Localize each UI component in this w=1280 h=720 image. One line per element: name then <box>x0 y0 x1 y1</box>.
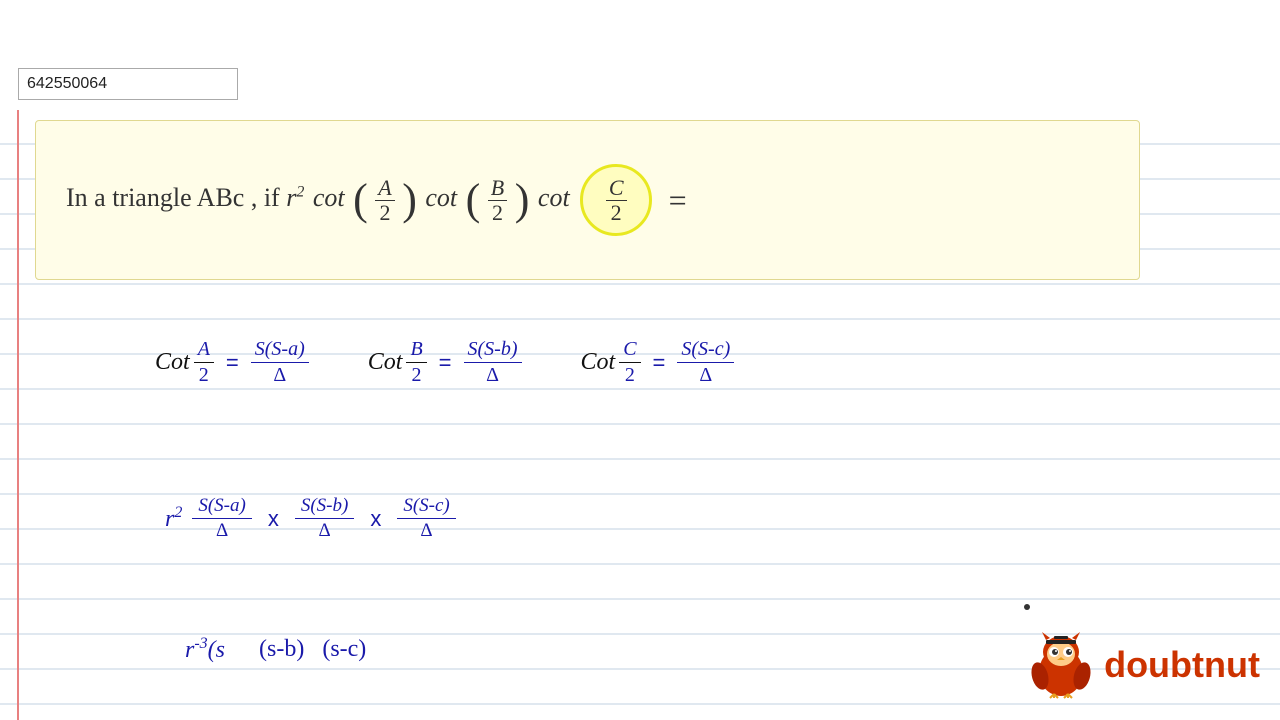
doubtnut-owl-icon <box>1026 630 1096 700</box>
paren-open-1: ( <box>353 175 368 224</box>
hw-row3-partial: (s-b) (s-c) <box>229 636 366 663</box>
hw-frac-ssb: S(S-b) Δ <box>464 338 522 387</box>
question-box: In a triangle ABc , if r2 cot ( A 2 ) co… <box>35 120 1140 280</box>
hw-frac-A2: A 2 <box>194 338 214 387</box>
r-squared: r2 <box>286 183 304 212</box>
dot-indicator <box>1024 604 1030 610</box>
hw-frac-B2: B 2 <box>406 338 426 387</box>
hw-frac-r2-3: S(S-c) Δ <box>397 495 455 542</box>
hw-cot1: Cot <box>155 349 190 376</box>
hw-eq3: = <box>653 350 666 376</box>
hw-frac-ssc: S(S-c) Δ <box>677 338 734 387</box>
question-text: In a triangle ABc , if r2 cot ( A 2 ) co… <box>66 164 687 236</box>
paren-close-1: ) <box>402 175 417 224</box>
hw-r3: r-3(s <box>185 635 225 664</box>
id-bar: 642550064 <box>18 68 238 100</box>
hw-frac-r2-1: S(S-a) Δ <box>192 495 251 542</box>
frac-C-over-2: C 2 <box>606 177 627 224</box>
hw-eq1: = <box>226 350 239 376</box>
formula-row-1: Cot A 2 = S(S-a) Δ Cot B 2 = S(S-b) Δ Co… <box>155 338 738 387</box>
cot1-label: cot <box>313 183 345 212</box>
question-prefix: In a triangle ABc , if <box>66 183 286 212</box>
hw-frac-r2-2: S(S-b) Δ <box>295 495 354 542</box>
formula-row-3: r-3(s (s-b) (s-c) <box>185 635 366 664</box>
question-equals: = <box>669 182 687 218</box>
id-text: 642550064 <box>27 75 107 93</box>
hw-cot3: Cot <box>581 349 616 376</box>
paren-close-2: ) <box>515 175 530 224</box>
frac-A-over-2: A 2 <box>375 177 394 224</box>
cot2-label: cot <box>425 183 457 212</box>
hw-eq2: = <box>439 350 452 376</box>
hw-frac-C2: C 2 <box>619 338 640 387</box>
hw-times2: x <box>370 506 381 532</box>
hw-frac-ssa: S(S-a) Δ <box>251 338 309 387</box>
hw-times1: x <box>268 506 279 532</box>
hw-r2: r2 <box>165 504 182 533</box>
paren-open-2: ( <box>466 175 481 224</box>
cot3-label: cot <box>538 183 570 212</box>
frac-B-over-2: B 2 <box>488 177 507 224</box>
formula-row-2: r2 S(S-a) Δ x S(S-b) Δ x S(S-c) Δ <box>165 495 460 542</box>
highlight-c-over-2: C 2 <box>580 164 652 236</box>
doubtnut-brand-text: doubtnut <box>1104 644 1260 686</box>
hw-cot2: Cot <box>368 349 403 376</box>
doubtnut-logo: doubtnut <box>1026 630 1260 700</box>
